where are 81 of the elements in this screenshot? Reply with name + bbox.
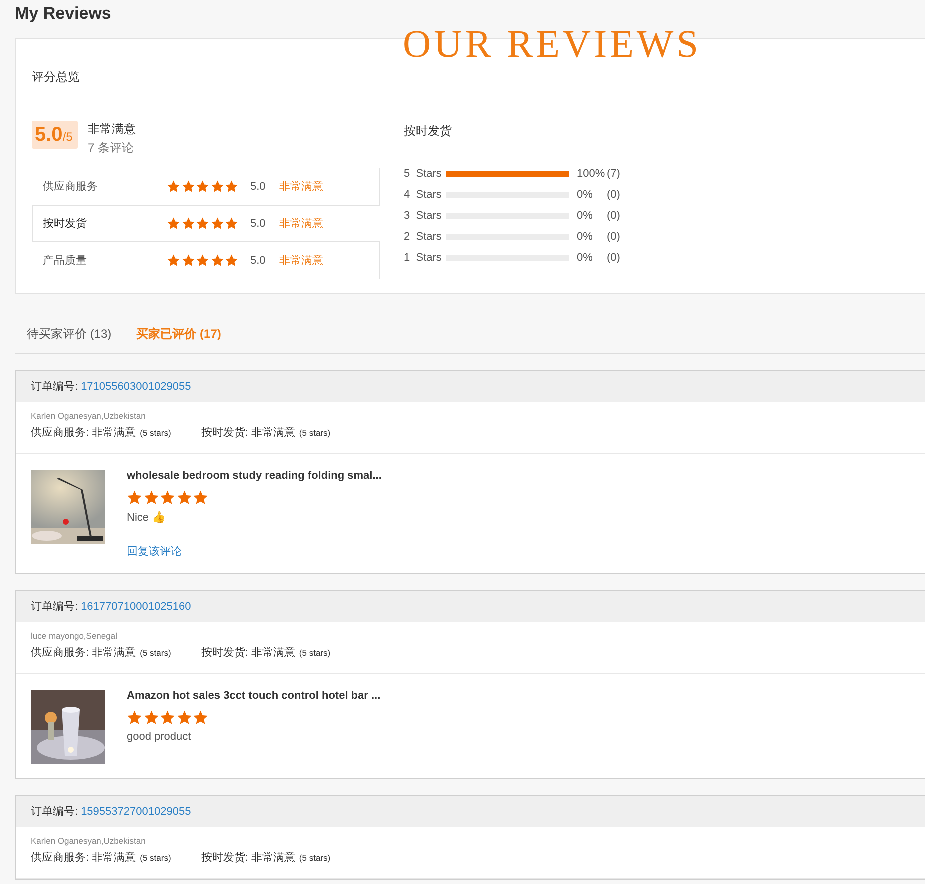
star-icon [127, 490, 142, 505]
rating-summary: 按时发货: 非常满意 (5 stars) [201, 646, 331, 660]
star-icon [210, 217, 224, 230]
star-icon [225, 254, 238, 267]
overlay-title: OUR REVIEWS [403, 22, 702, 67]
star-icon [160, 490, 176, 505]
count-text: (0) [607, 210, 620, 222]
rating-verdict: 非常满意 [280, 217, 324, 231]
star-icon [225, 180, 238, 193]
review-count: 7 条评论 [88, 140, 136, 157]
rating-summary: 供应商服务: 非常满意 (5 stars) [31, 646, 172, 660]
verdict-text: 非常满意 [88, 121, 136, 138]
tab[interactable]: 买家已评价 (17) [136, 320, 222, 348]
star-icon [182, 217, 195, 230]
rating-label: 产品质量 [43, 254, 88, 268]
rating-value: 5.0 [250, 180, 267, 192]
order-label: 订单编号: [31, 380, 78, 394]
star-level-label: 2 Stars [404, 230, 443, 242]
rating-label: 按时发货 [43, 217, 88, 231]
score-badge: 5.0/5 [32, 121, 78, 149]
count-text: (0) [607, 230, 620, 242]
percent-text: 100% [577, 168, 606, 180]
percent-text: 0% [577, 252, 594, 264]
rating-summary: 供应商服务: 非常满意 (5 stars) [31, 850, 172, 865]
percent-text: 0% [577, 230, 594, 242]
star-level-label: 5 Stars [404, 168, 443, 180]
count-text: (0) [607, 188, 620, 200]
rating-verdict: 非常满意 [280, 254, 324, 268]
rating-verdict: 非常满意 [280, 180, 324, 194]
star-icon [196, 254, 210, 267]
star-icon [160, 710, 176, 725]
star-icon [193, 710, 208, 725]
order-number-link[interactable]: 171055603001029055 [81, 380, 192, 392]
star-level-label: 3 Stars [404, 210, 443, 222]
rating-value: 5.0 [250, 218, 267, 230]
star-icon [210, 254, 224, 267]
rating-summary: 供应商服务: 非常满意 (5 stars) [31, 426, 172, 440]
star-icon [225, 217, 238, 230]
order-label: 订单编号: [31, 600, 78, 614]
product-title: wholesale bedroom study reading folding smal... [127, 470, 382, 482]
percent-text: 0% [577, 188, 594, 200]
star-icon [167, 254, 180, 267]
rating-label: 供应商服务 [43, 180, 99, 194]
star-icon [167, 180, 180, 193]
star-level-label: 1 Stars [404, 252, 443, 264]
tab[interactable]: 待买家评价 (13) [27, 320, 112, 348]
product-title: Amazon hot sales 3cct touch control hotel bar ... [127, 690, 381, 702]
rating-summary: 按时发货: 非常满意 (5 stars) [201, 851, 331, 865]
page-title: My Reviews [14, 3, 112, 25]
buyer-name: Karlen Oganesyan,Uzbekistan [31, 411, 147, 421]
order-number-link[interactable]: 161770710001025160 [81, 600, 192, 612]
star-icon [176, 710, 192, 725]
rating-value: 5.0 [250, 254, 267, 266]
order-number-link[interactable]: 159553727001029055 [81, 806, 192, 818]
star-icon [127, 710, 142, 725]
rating-row[interactable]: 供应商服务 5.0 非常满意 [32, 168, 379, 205]
order-label: 订单编号: [31, 805, 78, 819]
rating-summary: 按时发货: 非常满意 (5 stars) [201, 426, 331, 440]
buyer-name: Karlen Oganesyan,Uzbekistan [31, 836, 147, 846]
star-icon [182, 254, 195, 267]
star-icon [182, 180, 195, 193]
review-comment: Nice 👍 [127, 511, 168, 524]
percent-text: 0% [577, 210, 594, 222]
star-icon [193, 490, 208, 505]
rating-row[interactable]: 产品质量 5.0 非常满意 [32, 242, 379, 279]
star-level-label: 4 Stars [404, 188, 443, 200]
star-icon [210, 180, 224, 193]
count-text: (7) [607, 168, 620, 180]
star-icon [144, 490, 159, 505]
rating-row[interactable]: 按时发货 5.0 非常满意 [32, 205, 380, 242]
distribution-title: 按时发货 [404, 123, 453, 140]
star-icon [176, 490, 192, 505]
star-icon [167, 217, 180, 230]
buyer-name: luce mayongo,Senegal [31, 631, 118, 641]
star-icon [144, 710, 159, 725]
star-icon [196, 217, 210, 230]
star-icon [196, 180, 210, 193]
review-comment: good product [127, 731, 192, 743]
reply-link[interactable]: 回复该评论 [127, 544, 382, 559]
count-text: (0) [607, 252, 620, 264]
section-heading: 评分总览 [32, 69, 80, 85]
